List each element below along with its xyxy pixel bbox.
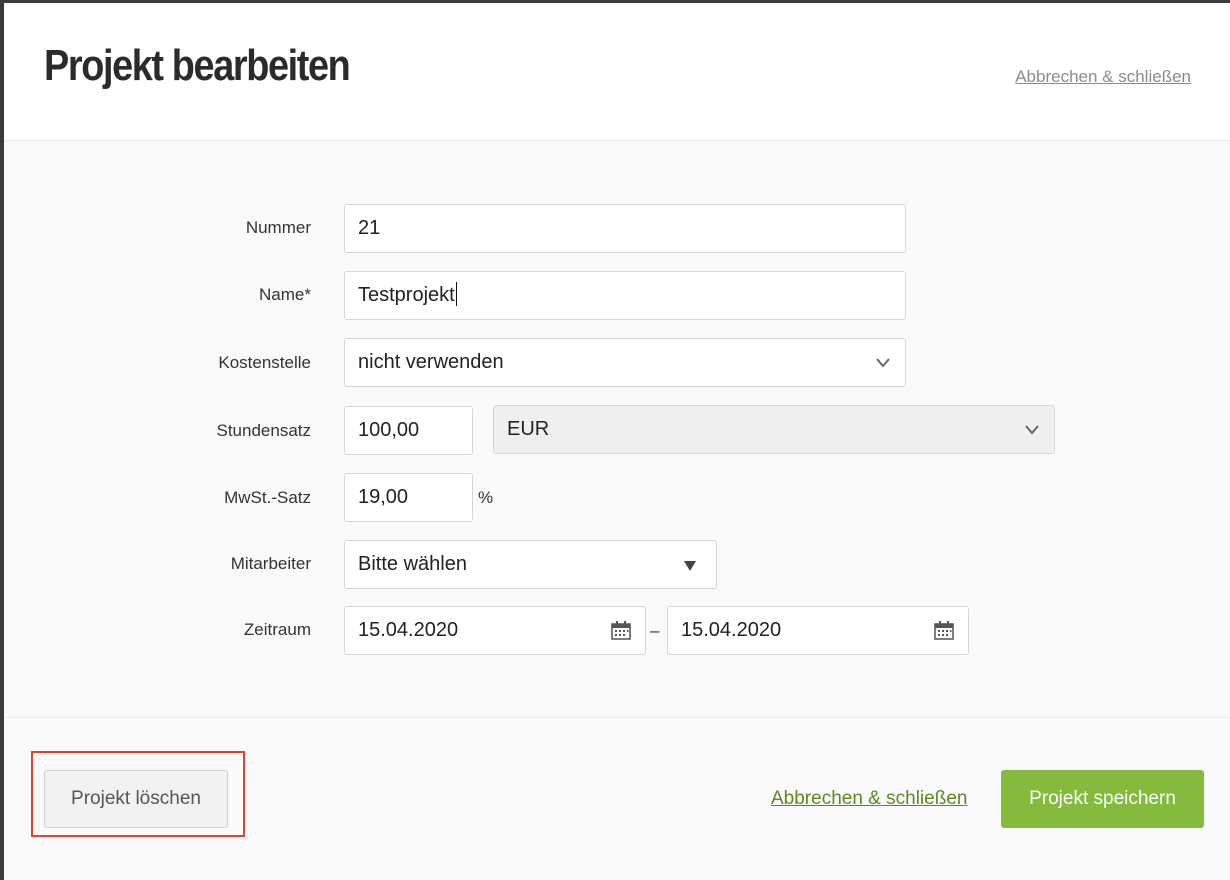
mitarbeiter-label: Mitarbeiter: [230, 554, 311, 573]
text-cursor: [455, 282, 457, 307]
page-title: Projekt bearbeiten: [44, 41, 351, 90]
kostenstelle-label: Kostenstelle: [218, 353, 311, 372]
mitarbeiter-value: Bitte wählen: [358, 553, 467, 575]
mwst-label: MwSt.-Satz: [224, 488, 311, 507]
mwst-value: 19,00: [358, 486, 409, 508]
date-range-separator: –: [650, 621, 660, 640]
chevron-down-icon: [1025, 425, 1039, 435]
calendar-icon[interactable]: [934, 620, 954, 640]
calendar-icon[interactable]: [611, 620, 631, 640]
kostenstelle-select[interactable]: nicht verwenden: [344, 338, 906, 387]
percent-unit: %: [478, 488, 494, 507]
date-to-value: 15.04.2020: [681, 619, 782, 641]
kostenstelle-value: nicht verwenden: [358, 351, 504, 373]
dialog-header: Projekt bearbeiten Abbrechen & schließen: [4, 3, 1230, 141]
footer-cancel-close-link[interactable]: Abbrechen & schließen: [771, 788, 967, 810]
nummer-input[interactable]: 21: [344, 204, 906, 253]
name-value: Testprojekt: [358, 284, 455, 306]
date-from-value: 15.04.2020: [358, 619, 459, 641]
date-from-input[interactable]: 15.04.2020: [344, 606, 646, 655]
currency-value: EUR: [507, 418, 550, 440]
header-cancel-close-link[interactable]: Abbrechen & schließen: [1015, 67, 1191, 87]
edit-project-dialog: Projekt bearbeiten Abbrechen & schließen…: [4, 3, 1230, 880]
currency-select[interactable]: EUR: [493, 405, 1055, 454]
mwst-input[interactable]: 19,00: [344, 473, 473, 522]
nummer-value: 21: [358, 217, 381, 239]
stundensatz-value: 100,00: [358, 419, 420, 441]
stundensatz-input[interactable]: 100,00: [344, 406, 473, 455]
triangle-down-icon: [684, 561, 696, 571]
chevron-down-icon: [876, 358, 890, 368]
name-input[interactable]: Testprojekt: [344, 271, 906, 320]
mitarbeiter-select[interactable]: Bitte wählen: [344, 540, 717, 589]
zeitraum-label: Zeitraum: [243, 620, 311, 639]
delete-project-button[interactable]: Projekt löschen: [44, 770, 228, 828]
date-to-input[interactable]: 15.04.2020: [667, 606, 969, 655]
save-project-button[interactable]: Projekt speichern: [1001, 770, 1204, 828]
name-label: Name*: [259, 285, 311, 304]
nummer-label: Nummer: [245, 218, 311, 237]
stundensatz-label: Stundensatz: [216, 421, 311, 440]
